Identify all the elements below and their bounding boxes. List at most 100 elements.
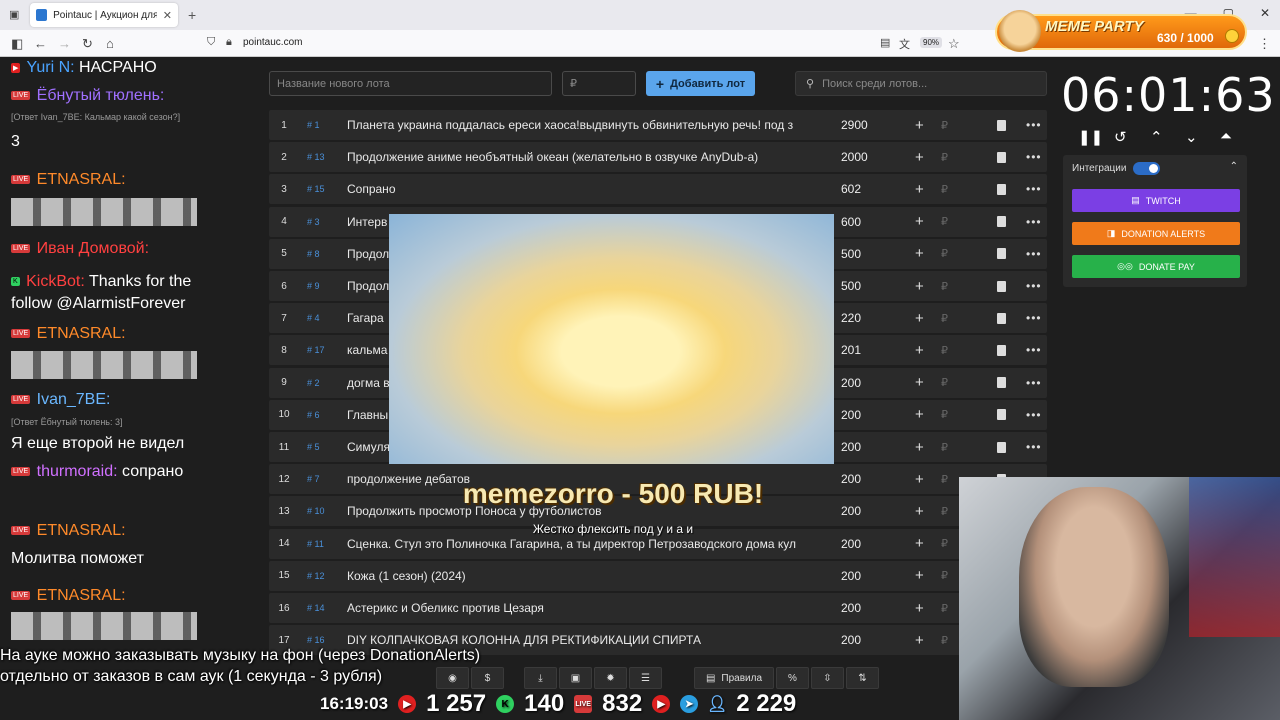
add-amount-icon[interactable]: +	[915, 117, 924, 134]
tab-overview-icon[interactable]: ▣	[9, 8, 19, 21]
lot-name[interactable]: Кожа (1 сезон) (2024)	[347, 569, 819, 583]
ruble-icon[interactable]: ₽	[941, 183, 948, 196]
chevron-up-icon[interactable]: ⌃	[1150, 128, 1163, 146]
split-button[interactable]: ⇳	[811, 667, 844, 689]
home-icon[interactable]: ⌂	[106, 36, 114, 51]
lot-row[interactable]: 3 # 15 Сопрано 602 + ₽ •••	[269, 174, 1047, 205]
ruble-icon[interactable]: ₽	[941, 280, 948, 293]
close-window-icon[interactable]: ✕	[1260, 6, 1270, 20]
debug-button[interactable]: ✹	[594, 667, 627, 689]
trash-icon[interactable]	[997, 183, 1006, 195]
tab-pointauc[interactable]: Pointauc | Аукцион для стриме ✕	[30, 3, 178, 27]
lot-search-input[interactable]: ⚲ Поиск среди лотов...	[795, 71, 1047, 96]
sort-button[interactable]: ⇅	[846, 667, 879, 689]
lot-name[interactable]: Планета украина поддалась ереси хаоса!вы…	[347, 118, 819, 132]
zoom-level[interactable]: 90%	[920, 37, 943, 48]
add-amount-icon[interactable]: +	[915, 600, 924, 617]
address-bar[interactable]: pointauc.com	[243, 37, 302, 48]
add-amount-icon[interactable]: +	[915, 439, 924, 456]
add-amount-icon[interactable]: +	[915, 406, 924, 423]
bookmark-star-icon[interactable]: ☆	[948, 36, 960, 52]
ruble-icon[interactable]: ₽	[941, 473, 948, 486]
lot-name[interactable]: Продолжение аниме необъятный океан (жела…	[347, 150, 819, 164]
new-tab-icon[interactable]: +	[188, 7, 196, 23]
trash-icon[interactable]	[997, 377, 1006, 389]
ruble-icon[interactable]: ₽	[941, 569, 948, 582]
trash-icon[interactable]	[997, 151, 1006, 163]
ruble-icon[interactable]: ₽	[941, 119, 948, 132]
more-icon[interactable]: •••	[1026, 215, 1042, 229]
ruble-icon[interactable]: ₽	[941, 344, 948, 357]
more-icon[interactable]: •••	[1026, 279, 1042, 293]
reader-view-icon[interactable]: ▤	[880, 36, 890, 49]
pause-icon[interactable]: ❚❚	[1078, 128, 1103, 146]
donate-button[interactable]: $	[471, 667, 504, 689]
trash-icon[interactable]	[997, 312, 1006, 324]
ruble-icon[interactable]: ₽	[941, 441, 948, 454]
ruble-icon[interactable]: ₽	[941, 505, 948, 518]
download-button[interactable]: ⤓	[524, 667, 557, 689]
tab-close-icon[interactable]: ✕	[163, 9, 172, 22]
more-icon[interactable]: •••	[1026, 247, 1042, 261]
twitch-button[interactable]: ▤ TWITCH	[1072, 189, 1240, 212]
ruble-icon[interactable]: ₽	[941, 151, 948, 164]
trash-icon[interactable]	[997, 216, 1006, 228]
chevron-down-icon[interactable]: ⌄	[1185, 128, 1198, 146]
lot-row[interactable]: 16 # 14 Астерикс и Обеликс против Цезаря 20…	[269, 593, 1047, 623]
lot-name[interactable]: DIY КОЛПАЧКОВАЯ КОЛОННА ДЛЯ РЕКТИФИКАЦИИ…	[347, 633, 819, 647]
lot-name[interactable]: Астерикс и Обеликс против Цезаря	[347, 601, 819, 615]
lot-name[interactable]: Сопрано	[347, 182, 819, 196]
more-icon[interactable]: •••	[1026, 182, 1042, 196]
ruble-icon[interactable]: ₽	[941, 312, 948, 325]
donate-pay-button[interactable]: ◎◎ DONATE PAY	[1072, 255, 1240, 278]
github-button[interactable]: ◉	[436, 667, 469, 689]
ruble-icon[interactable]: ₽	[941, 215, 948, 228]
menu-icon[interactable]: ⋮	[1258, 36, 1271, 52]
more-icon[interactable]: •••	[1026, 343, 1042, 357]
trash-icon[interactable]	[997, 280, 1006, 292]
double-up-icon[interactable]: ⏶	[1220, 128, 1232, 145]
add-amount-icon[interactable]: +	[915, 310, 924, 327]
add-amount-icon[interactable]: +	[915, 503, 924, 520]
ruble-icon[interactable]: ₽	[941, 537, 948, 550]
add-amount-icon[interactable]: +	[915, 149, 924, 166]
add-amount-icon[interactable]: +	[915, 245, 924, 262]
sidebar-toggle-icon[interactable]: ◧	[11, 36, 23, 52]
lot-row[interactable]: 15# 12Кожа (1 сезон) (2024)200+₽•••	[269, 560, 1047, 591]
ruble-icon[interactable]: ₽	[941, 602, 948, 615]
add-amount-icon[interactable]: +	[915, 567, 924, 584]
donation-alerts-button[interactable]: ◨ DONATION ALERTS	[1072, 222, 1240, 245]
save-button[interactable]: ▣	[559, 667, 592, 689]
integrations-toggle[interactable]	[1133, 162, 1160, 175]
add-amount-icon[interactable]: +	[915, 213, 924, 230]
add-amount-icon[interactable]: +	[915, 632, 924, 649]
lot-row[interactable]: 1 # 1 Планета украина поддалась ереси хаос…	[269, 110, 1047, 140]
forward-icon[interactable]: →	[58, 36, 71, 51]
trash-icon[interactable]	[997, 409, 1006, 421]
shield-icon[interactable]: ⛉	[207, 36, 215, 49]
percent-button[interactable]: %	[776, 667, 809, 689]
reset-icon[interactable]: ↺	[1114, 128, 1127, 146]
trash-icon[interactable]	[997, 119, 1006, 131]
more-icon[interactable]: •••	[1026, 376, 1042, 390]
add-amount-icon[interactable]: +	[915, 535, 924, 552]
lot-row[interactable]: 2 # 13 Продолжение аниме необъятный океан …	[269, 142, 1047, 173]
translate-icon[interactable]: 文	[899, 36, 910, 52]
add-amount-icon[interactable]: +	[915, 342, 924, 359]
add-amount-icon[interactable]: +	[915, 374, 924, 391]
more-icon[interactable]: •••	[1026, 408, 1042, 422]
back-icon[interactable]: ←	[34, 36, 47, 51]
trash-icon[interactable]	[997, 441, 1006, 453]
add-amount-icon[interactable]: +	[915, 471, 924, 488]
ruble-icon[interactable]: ₽	[941, 247, 948, 260]
list-button[interactable]: ☰	[629, 667, 662, 689]
more-icon[interactable]: •••	[1026, 150, 1042, 164]
more-icon[interactable]: •••	[1026, 440, 1042, 454]
trash-icon[interactable]	[997, 248, 1006, 260]
more-icon[interactable]: •••	[1026, 118, 1042, 132]
chevron-up-icon[interactable]: ⌃	[1230, 161, 1238, 172]
add-amount-icon[interactable]: +	[915, 278, 924, 295]
trash-icon[interactable]	[997, 344, 1006, 356]
lot-name[interactable]: Сценка. Стул это Полиночка Гагарина, а т…	[347, 537, 819, 551]
lot-amount-input[interactable]: ₽	[562, 71, 636, 96]
